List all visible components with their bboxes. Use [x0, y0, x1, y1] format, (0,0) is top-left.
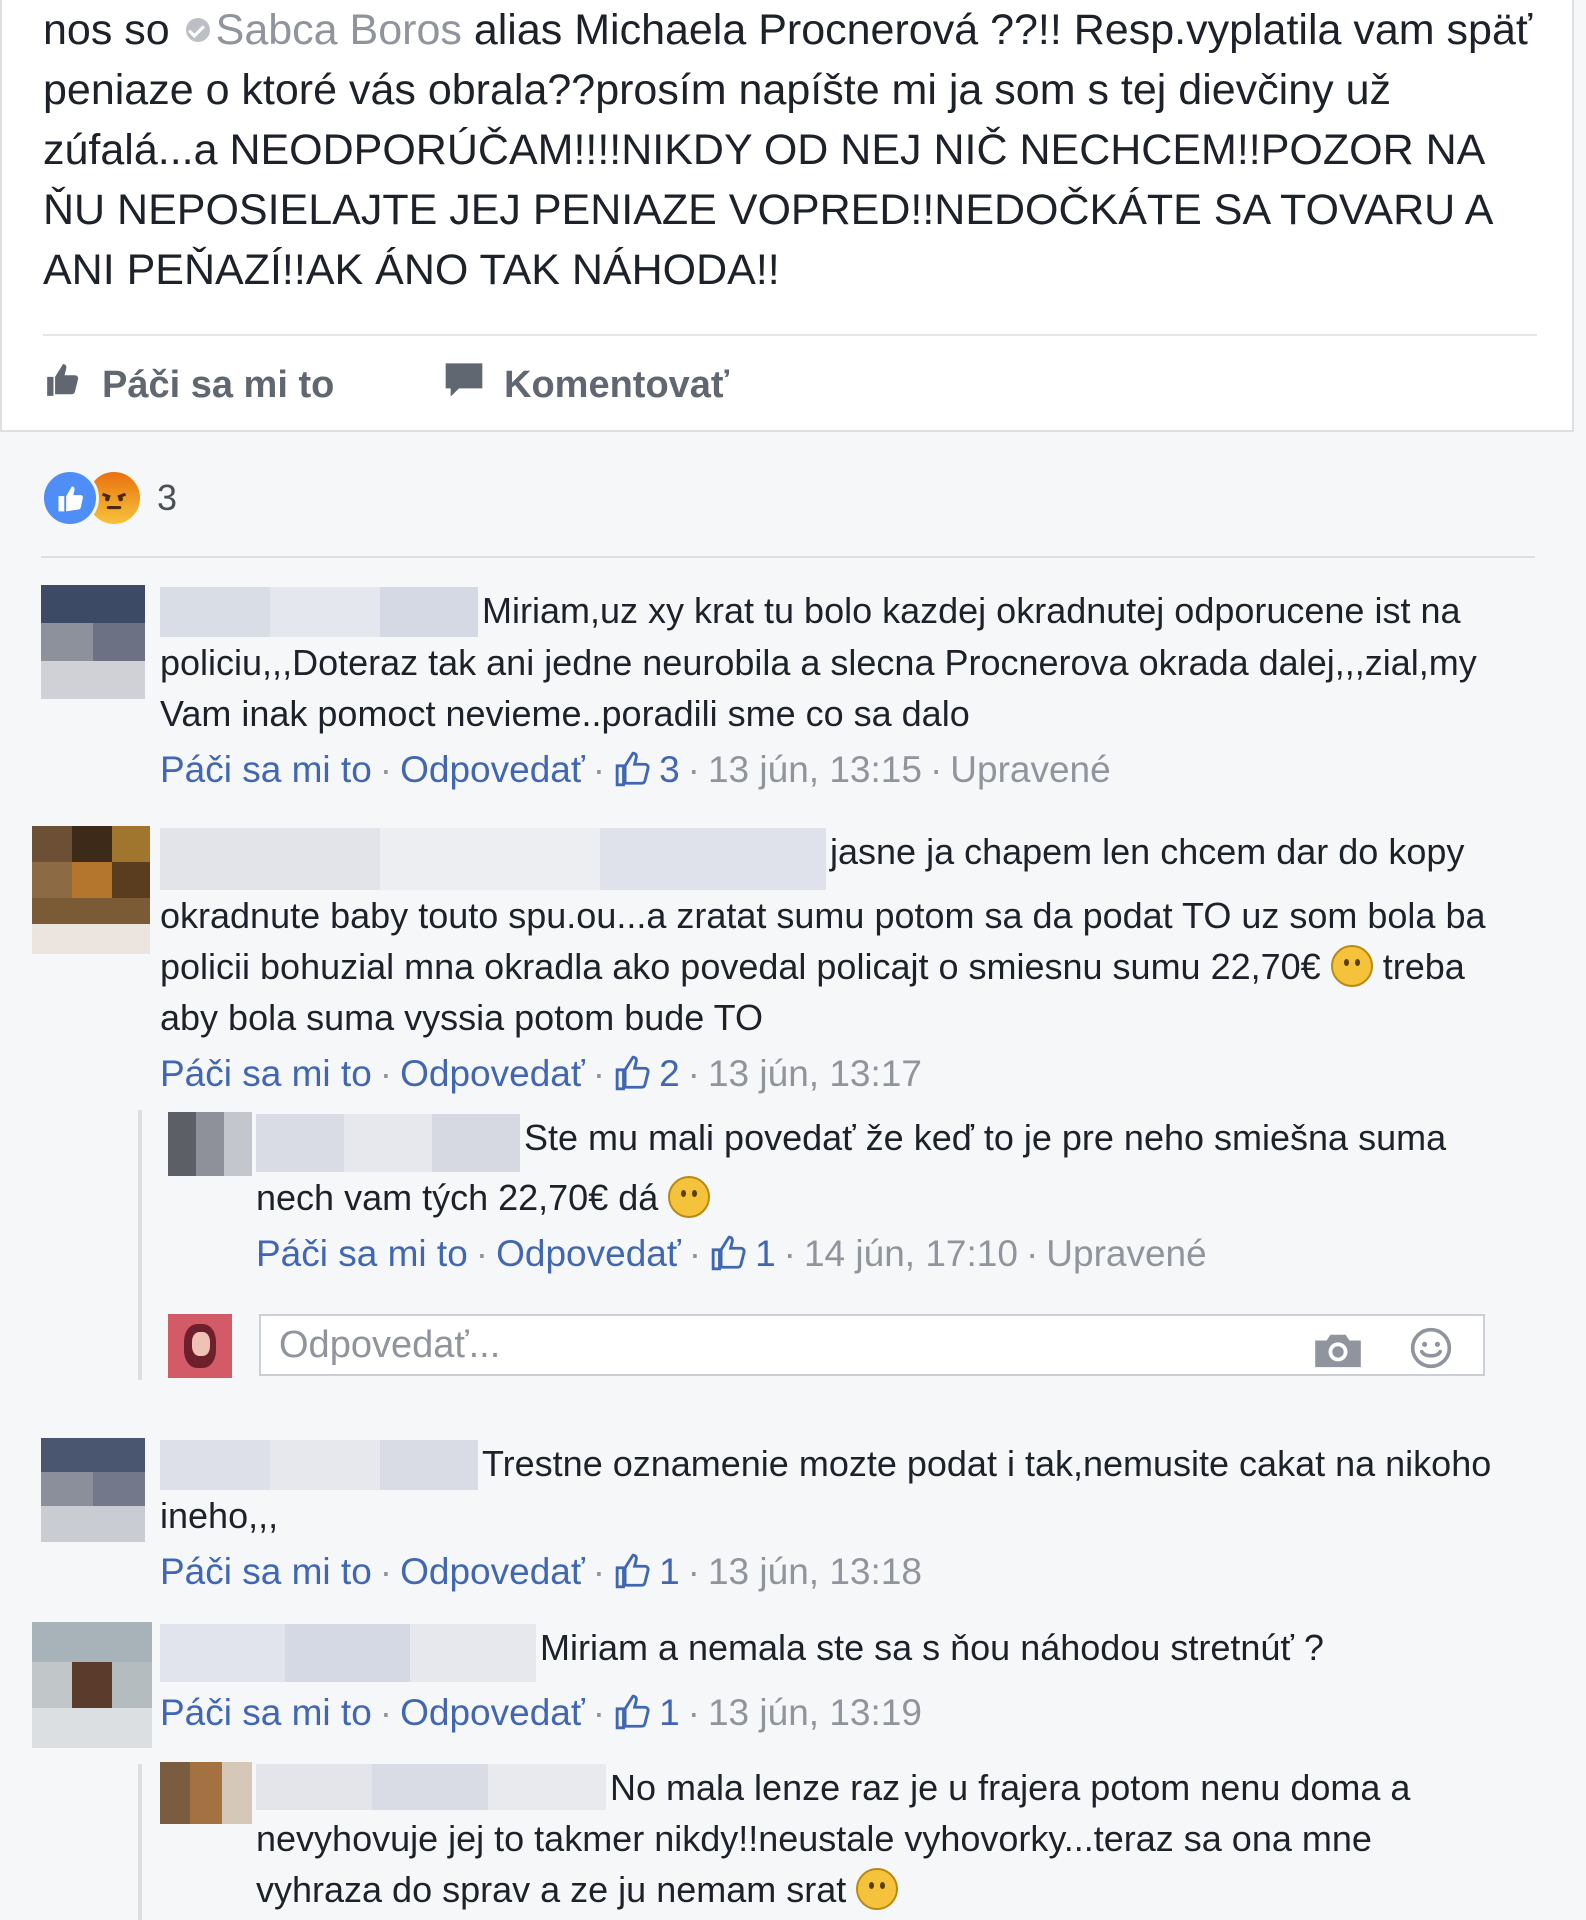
- avatar[interactable]: [32, 1622, 152, 1748]
- comment-text: No mala lenze raz je u frajera potom nen…: [256, 1762, 1506, 1915]
- comment-likes-count[interactable]: 1: [709, 1233, 776, 1274]
- thumbs-up-outline-icon: [613, 750, 653, 801]
- reaction-count[interactable]: 3: [157, 477, 177, 519]
- comment-like-link[interactable]: Páči sa mi to: [160, 1692, 372, 1733]
- avatar[interactable]: [41, 585, 145, 699]
- post-author-link[interactable]: Sabca Boros: [216, 6, 462, 54]
- comment-edited[interactable]: Upravené: [1046, 1233, 1206, 1274]
- reply-thread-line: [138, 1110, 142, 1380]
- comment-likes-count[interactable]: 1: [613, 1551, 680, 1592]
- comment-text: Trestne oznamenie mozte podat i tak,nemu…: [160, 1438, 1500, 1541]
- commenter-name-redacted[interactable]: [256, 1764, 606, 1810]
- comment: Trestne oznamenie mozte podat i tak,nemu…: [160, 1438, 1500, 1603]
- commenter-name-redacted[interactable]: [160, 828, 826, 890]
- post-comment-button[interactable]: Komentovať: [444, 360, 729, 410]
- comment-reply-link[interactable]: Odpovedať: [400, 1053, 585, 1094]
- comment-edited[interactable]: Upravené: [950, 749, 1110, 790]
- thumbs-up-icon: [44, 361, 82, 409]
- comment-meta: Páči sa mi to · Odpovedať · 3 · 13 jún, 13:15 ·…: [160, 745, 1500, 801]
- post-divider: [43, 334, 1537, 336]
- avatar[interactable]: [41, 1438, 145, 1542]
- comment: Miriam a nemala ste sa s ňou náhodou str…: [160, 1622, 1500, 1744]
- thumbs-up-outline-icon: [709, 1234, 749, 1285]
- comment-likes-count[interactable]: 3: [613, 749, 680, 790]
- emoji-icon[interactable]: [1409, 1326, 1453, 1387]
- comment-time[interactable]: 13 jún, 13:17: [708, 1053, 922, 1094]
- comment-meta: Páči sa mi to · Odpovedať · 1 · 14 jún, 17:10 ·…: [256, 1229, 1506, 1285]
- sad-face-emoji-icon: [1330, 945, 1373, 987]
- comment-reply-link[interactable]: Odpovedať: [400, 1551, 585, 1592]
- reactions-summary[interactable]: 3: [41, 469, 177, 527]
- post-like-label: Páči sa mi to: [102, 363, 335, 406]
- post-text-before: nos so: [43, 6, 170, 54]
- comment: Miriam,uz xy krat tu bolo kazdej okradnu…: [160, 585, 1500, 801]
- reply-input-placeholder: Odpovedať...: [279, 1324, 501, 1366]
- comment-text: jasne ja chapem len chcem dar do kopy ok…: [160, 826, 1500, 1043]
- avatar[interactable]: [160, 1762, 252, 1824]
- reply-thread-line: [138, 1764, 142, 1920]
- like-reaction-icon: [41, 469, 99, 527]
- reply-comment: No mala lenze raz je u frajera potom nen…: [256, 1762, 1506, 1915]
- comment-time[interactable]: 13 jún, 13:18: [708, 1551, 922, 1592]
- comment-meta: Páči sa mi to · Odpovedať · 1 · 13 jún, 13:18: [160, 1547, 1500, 1603]
- comment-likes-count[interactable]: 2: [613, 1053, 680, 1094]
- comment-reply-link[interactable]: Odpovedať: [400, 749, 585, 790]
- thumbs-up-outline-icon: [613, 1054, 653, 1105]
- comment-text: Ste mu mali povedať že keď to je pre neh…: [256, 1112, 1506, 1223]
- comment-time[interactable]: 13 jún, 13:19: [708, 1692, 922, 1733]
- comment-like-link[interactable]: Páči sa mi to: [160, 1053, 372, 1094]
- reply-input[interactable]: Odpovedať...: [259, 1314, 1485, 1376]
- comment-meta: Páči sa mi to · Odpovedať · 2 · 13 jún, 13:17: [160, 1049, 1500, 1105]
- commenter-name-redacted[interactable]: [160, 587, 478, 637]
- reply-comment: Ste mu mali povedať že keď to je pre neh…: [256, 1112, 1506, 1285]
- comment-likes-count[interactable]: 1: [613, 1692, 680, 1733]
- comment-meta: Páči sa mi to · Odpovedať · 1 · 13 jún, 13:19: [160, 1688, 1500, 1744]
- post-like-button[interactable]: Páči sa mi to: [44, 360, 334, 410]
- commenter-name-redacted[interactable]: [160, 1440, 478, 1490]
- comment-text: Miriam,uz xy krat tu bolo kazdej okradnu…: [160, 585, 1500, 739]
- post-text: nos so Sabca Boros alias Michaela Procne…: [43, 0, 1553, 300]
- smile-emoji-icon: [668, 1176, 711, 1218]
- reactions-divider: [41, 556, 1535, 558]
- avatar[interactable]: [168, 1112, 252, 1176]
- smile-emoji-icon: [856, 1868, 899, 1910]
- comment: jasne ja chapem len chcem dar do kopy ok…: [160, 826, 1500, 1105]
- post-comment-label: Komentovať: [504, 363, 730, 406]
- comment-reply-link[interactable]: Odpovedať: [496, 1233, 681, 1274]
- comment-text: Miriam a nemala ste sa s ňou náhodou str…: [160, 1622, 1500, 1682]
- comment-time[interactable]: 13 jún, 13:15: [708, 749, 922, 790]
- comment-like-link[interactable]: Páči sa mi to: [160, 749, 372, 790]
- post-card: nos so Sabca Boros alias Michaela Procne…: [0, 0, 1574, 432]
- thumbs-up-outline-icon: [613, 1552, 653, 1603]
- thumbs-up-outline-icon: [613, 1693, 653, 1744]
- comment-icon: [444, 361, 484, 409]
- comment-reply-link[interactable]: Odpovedať: [400, 1692, 585, 1733]
- comment-time[interactable]: 14 jún, 17:10: [804, 1233, 1018, 1274]
- comment-like-link[interactable]: Páči sa mi to: [160, 1551, 372, 1592]
- avatar[interactable]: [32, 826, 150, 954]
- commenter-name-redacted[interactable]: [256, 1114, 520, 1172]
- verified-icon: [185, 18, 210, 42]
- current-user-avatar: [168, 1314, 232, 1378]
- camera-icon[interactable]: [1313, 1328, 1363, 1386]
- commenter-name-redacted[interactable]: [160, 1624, 536, 1682]
- comment-like-link[interactable]: Páči sa mi to: [256, 1233, 468, 1274]
